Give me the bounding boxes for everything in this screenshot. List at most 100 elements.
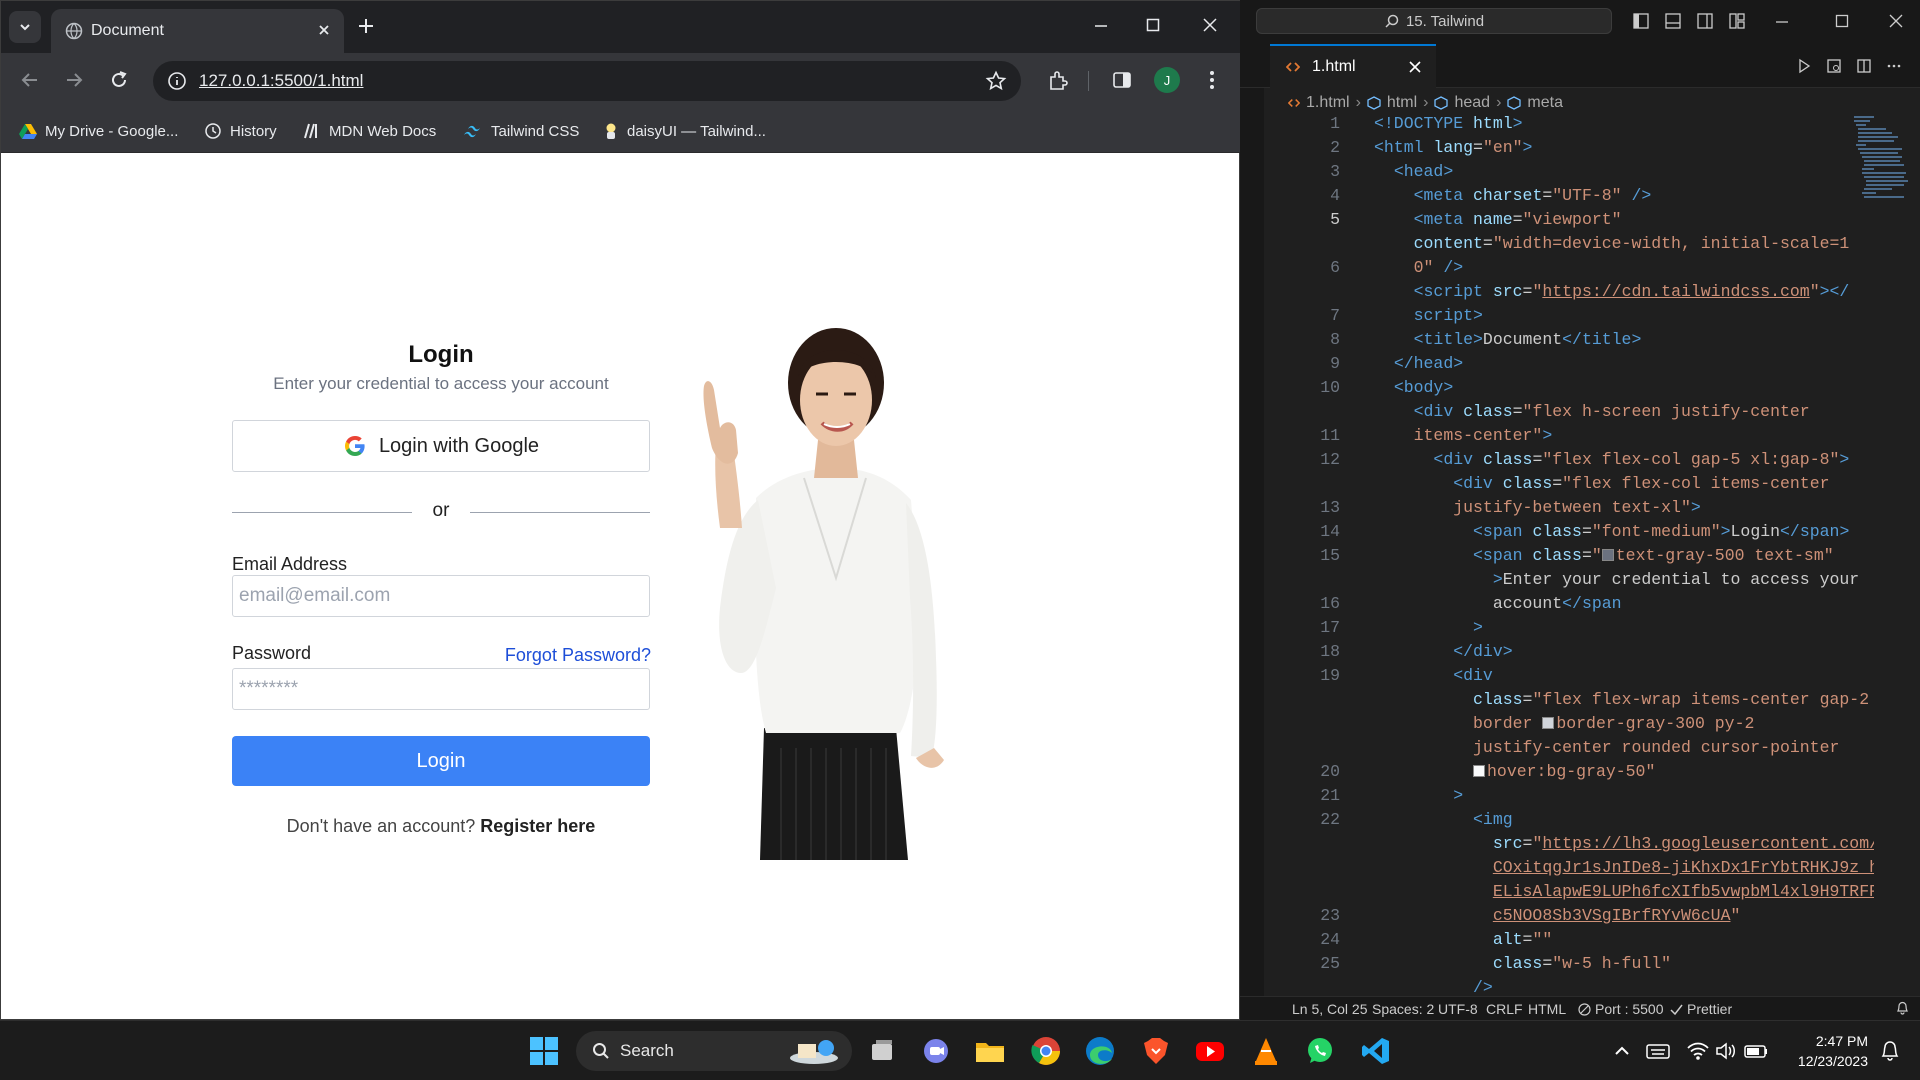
bookmark-tailwind[interactable]: Tailwind CSS — [463, 119, 579, 143]
youtube-icon[interactable] — [1194, 1035, 1226, 1067]
split-editor-icon[interactable] — [1856, 58, 1872, 74]
status-cursor-position[interactable]: Ln 5, Col 25 — [1292, 1001, 1368, 1017]
code-line: account</span — [1374, 594, 1622, 613]
new-tab-icon[interactable] — [355, 15, 377, 37]
code-line: <img — [1473, 810, 1513, 829]
close-icon[interactable] — [316, 22, 332, 38]
status-encoding[interactable]: UTF-8 — [1438, 1001, 1478, 1017]
breadcrumb-item[interactable]: 1.html — [1306, 94, 1350, 112]
forgot-password-link[interactable]: Forgot Password? — [501, 645, 651, 666]
code-line-current: <meta name="viewport" — [1413, 210, 1622, 229]
password-field[interactable] — [232, 668, 650, 710]
extensions-icon[interactable] — [1046, 69, 1070, 93]
tab-search-button[interactable] — [9, 11, 41, 43]
close-window-icon[interactable] — [1200, 15, 1220, 35]
line-number: 11 — [1320, 426, 1340, 445]
code-line: items-center"> — [1413, 426, 1553, 445]
close-icon[interactable] — [1408, 60, 1422, 74]
volume-icon[interactable] — [1710, 1035, 1742, 1067]
code-line: <!DOCTYPE html> — [1374, 114, 1523, 133]
notifications-bell-icon[interactable] — [1895, 1000, 1910, 1015]
file-explorer-icon[interactable] — [974, 1035, 1006, 1067]
forward-icon[interactable] — [63, 69, 85, 91]
maximize-icon[interactable] — [1834, 13, 1850, 29]
customize-layout-icon[interactable] — [1728, 12, 1746, 30]
code-line: justify-center rounded cursor-pointer — [1473, 738, 1840, 757]
line-number: 6 — [1330, 258, 1340, 277]
code-editor[interactable]: 1 2 3 4 5 6 7 8 9 10 11 12 13 14 15 16 17 18 19 20 21 22 23 24 2… — [1264, 114, 1874, 998]
notification-bell-icon[interactable] — [1874, 1035, 1906, 1067]
register-link[interactable]: Register here — [480, 816, 595, 836]
more-actions-icon[interactable] — [1886, 58, 1902, 74]
status-indentation[interactable]: Spaces: 2 — [1372, 1001, 1434, 1017]
bookmark-history[interactable]: History — [204, 119, 277, 143]
login-with-google-button[interactable]: Login with Google — [232, 420, 650, 472]
code-line: ELisAlapwE9LUPh6fcXIfb5vwpbMl4xl9H9TRFP — [1492, 882, 1874, 901]
element-icon — [1507, 96, 1522, 110]
task-view-icon[interactable] — [866, 1035, 898, 1067]
reload-icon[interactable] — [108, 69, 130, 91]
email-field[interactable] — [232, 575, 650, 617]
code-line: >Enter your credential to access your — [1492, 570, 1860, 589]
address-bar[interactable]: 127.0.0.1:5500/1.html — [153, 61, 1021, 101]
code-line: <title>Document</title> — [1413, 330, 1642, 349]
code-line: <div — [1453, 666, 1493, 685]
login-button[interactable]: Login — [232, 736, 650, 786]
minimize-icon[interactable] — [1091, 15, 1111, 35]
status-prettier[interactable]: Prettier — [1670, 1001, 1732, 1017]
code-line: class="w-5 h-full" — [1492, 954, 1672, 973]
toggle-panel-icon[interactable] — [1664, 12, 1682, 30]
kebab-menu-icon[interactable] — [1201, 69, 1223, 91]
line-number: 8 — [1330, 330, 1340, 349]
editor-tab-1-html[interactable]: 1.html — [1270, 44, 1436, 88]
status-eol[interactable]: CRLF — [1486, 1001, 1523, 1017]
line-number: 14 — [1320, 522, 1340, 541]
breadcrumb-item[interactable]: meta — [1527, 94, 1563, 112]
toggle-primary-sidebar-icon[interactable] — [1632, 12, 1650, 30]
bookmark-my-drive[interactable]: My Drive - Google... — [19, 119, 178, 143]
bookmark-daisyui[interactable]: daisyUI — Tailwind... — [603, 119, 766, 143]
open-preview-icon[interactable] — [1826, 58, 1842, 74]
page-title: Login — [408, 341, 474, 368]
start-windows-icon[interactable] — [528, 1035, 560, 1067]
daisyui-icon — [603, 122, 619, 140]
status-language[interactable]: HTML — [1528, 1001, 1566, 1017]
run-icon[interactable] — [1796, 58, 1812, 74]
code-line: <div class="flex h-screen justify-center — [1413, 402, 1810, 421]
chevron-up-icon[interactable] — [1606, 1035, 1638, 1067]
side-panel-icon[interactable] — [1111, 69, 1133, 91]
code-line: alt="" — [1492, 930, 1553, 949]
whatsapp-icon[interactable] — [1304, 1035, 1336, 1067]
keyboard-icon[interactable] — [1642, 1035, 1674, 1067]
clock-time: 2:47 PM — [1815, 1033, 1868, 1049]
brave-icon[interactable] — [1140, 1035, 1172, 1067]
vlc-icon[interactable] — [1250, 1035, 1282, 1067]
maximize-icon[interactable] — [1143, 15, 1163, 35]
taskbar-clock[interactable]: 2:47 PM 12/23/2023 — [1784, 1031, 1868, 1071]
back-icon[interactable] — [19, 69, 41, 91]
toggle-secondary-sidebar-icon[interactable] — [1696, 12, 1714, 30]
battery-icon[interactable] — [1740, 1035, 1772, 1067]
site-info-icon[interactable] — [167, 71, 187, 91]
register-prompt: Don't have an account? Register here — [286, 816, 596, 836]
code-line: <div class="flex flex-col items-center — [1453, 474, 1830, 493]
status-live-server[interactable]: Port : 5500 — [1578, 1001, 1664, 1017]
breadcrumb-item[interactable]: html — [1387, 94, 1417, 112]
vscode-icon[interactable] — [1360, 1035, 1392, 1067]
tab-document[interactable]: Document — [51, 9, 344, 53]
command-center[interactable]: 15. Tailwind — [1256, 8, 1612, 34]
teams-chat-icon[interactable] — [920, 1035, 952, 1067]
minimize-icon[interactable] — [1774, 13, 1790, 29]
edge-icon[interactable] — [1084, 1035, 1116, 1067]
close-window-icon[interactable] — [1888, 13, 1904, 29]
bookmark-mdn[interactable]: MDN Web Docs — [303, 119, 436, 143]
minimap[interactable] — [1852, 114, 1912, 254]
chrome-icon[interactable] — [1030, 1035, 1062, 1067]
breadcrumb-item[interactable]: head — [1454, 94, 1490, 112]
bookmark-star-icon[interactable] — [985, 70, 1007, 92]
taskbar-search[interactable]: Search — [576, 1031, 852, 1071]
line-number: 5 — [1330, 210, 1340, 229]
line-number: 24 — [1320, 930, 1340, 949]
profile-avatar[interactable]: J — [1154, 67, 1180, 93]
line-number: 12 — [1320, 450, 1340, 469]
